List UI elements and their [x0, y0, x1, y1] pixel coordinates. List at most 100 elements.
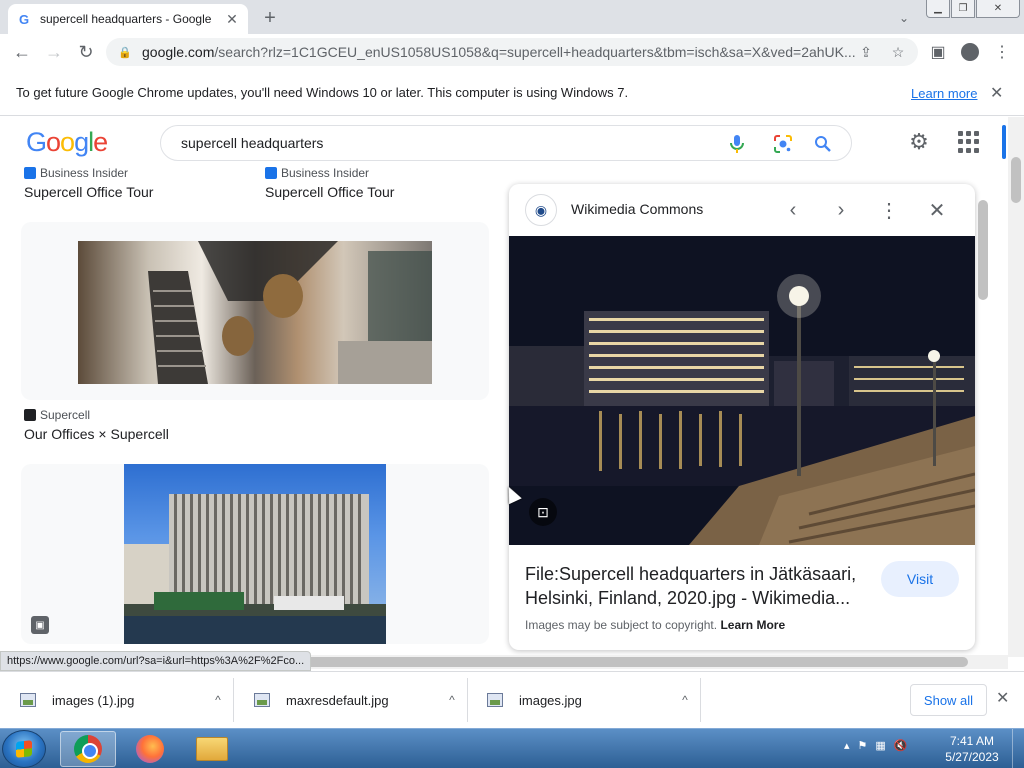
lens-search-icon[interactable]: ⊡ [529, 498, 557, 526]
tray-expand-icon[interactable]: ▴ [844, 739, 850, 752]
show-desktop-button[interactable] [1012, 729, 1024, 768]
close-download-shelf-icon[interactable]: ✕ [996, 688, 1009, 708]
taskbar-firefox-app[interactable] [122, 731, 178, 767]
chevron-up-icon[interactable]: ^ [670, 693, 700, 707]
new-tab-button[interactable]: + [258, 6, 282, 30]
office-interior-thumbnail[interactable] [78, 241, 432, 384]
google-favicon-icon: G [18, 11, 30, 27]
preview-title-link[interactable]: File:Supercell headquarters in Jätkäsaar… [525, 562, 865, 610]
settings-gear-icon[interactable]: ⚙ [906, 129, 932, 155]
business-insider-favicon-icon [265, 167, 277, 179]
network-icon[interactable]: ▦ [875, 739, 885, 752]
bookmark-star-icon[interactable]: ☆ [888, 42, 908, 62]
browser-toolbar: ← → ↻ 🔒 google.com/search?rlz=1C1GCEU_en… [0, 34, 1024, 70]
window-close-button[interactable]: ✕ [976, 0, 1020, 18]
preview-image[interactable]: ⊡ [509, 236, 975, 545]
previous-image-icon[interactable]: ‹ [779, 196, 807, 224]
result-title[interactable]: Supercell Office Tour [265, 184, 394, 200]
microphone-icon[interactable] [727, 134, 747, 154]
infobar-learn-more-link[interactable]: Learn more [911, 86, 977, 101]
google-logo[interactable]: Google [26, 127, 108, 158]
image-file-icon [487, 693, 503, 707]
image-preview-panel: ◉ Wikimedia Commons ‹ › ⋮ ✕ ⊡ File:Super… [509, 184, 975, 650]
panel-scrollbar[interactable] [975, 184, 991, 650]
profile-avatar[interactable] [954, 36, 986, 68]
google-header: Google supercell headquarters ⚙ [0, 117, 1008, 165]
close-panel-icon[interactable]: ✕ [923, 196, 951, 224]
clock-time: 7:41 AM [949, 734, 995, 748]
google-lens-icon[interactable] [773, 134, 793, 154]
show-all-downloads-button[interactable]: Show all [910, 684, 987, 716]
wikimedia-commons-logo-icon[interactable]: ◉ [525, 194, 557, 226]
tab-title: supercell headquarters - Google [40, 12, 212, 26]
status-bar-url: https://www.google.com/url?sa=i&url=http… [0, 651, 312, 671]
taskbar-clock[interactable]: 7:41 AM 5/27/2023 [940, 733, 1004, 765]
forward-button[interactable]: → [38, 36, 70, 68]
taskbar-explorer-app[interactable] [184, 731, 240, 767]
download-item[interactable]: maxresdefault.jpg ^ [236, 678, 468, 722]
volume-muted-icon[interactable]: 🔇 [894, 739, 908, 752]
image-file-icon [20, 693, 36, 707]
tab-search-chevron-icon[interactable]: ⌄ [894, 8, 914, 28]
result-source: Business Insider [281, 166, 370, 180]
business-insider-favicon-icon [24, 167, 36, 179]
google-apps-icon[interactable] [958, 131, 980, 153]
chevron-up-icon[interactable]: ^ [437, 693, 467, 707]
result-item[interactable]: Supercell Our Offices × Supercell [24, 408, 169, 442]
back-button[interactable]: ← [6, 36, 38, 68]
building-thumbnail[interactable] [124, 464, 386, 644]
download-filename: maxresdefault.jpg [286, 692, 389, 708]
share-icon[interactable]: ⇪ [856, 42, 876, 62]
start-button[interactable] [2, 730, 46, 768]
image-badge-icon: ▣ [31, 616, 49, 634]
tab-strip: G supercell headquarters - Google ✕ + ⌄ … [0, 0, 1024, 34]
result-source: Business Insider [40, 166, 129, 180]
image-result-card[interactable]: ▣ [21, 464, 489, 644]
reload-button[interactable]: ↻ [70, 36, 102, 68]
url-text: google.com/search?rlz=1C1GCEU_enUS1058US… [142, 44, 856, 60]
taskbar-chrome-app[interactable] [60, 731, 116, 767]
tab-close-icon[interactable]: ✕ [224, 11, 240, 27]
download-shelf: images (1).jpg ^ maxresdefault.jpg ^ ima… [0, 671, 1024, 728]
download-item[interactable]: images.jpg ^ [469, 678, 701, 722]
sign-in-button-edge[interactable] [1002, 125, 1006, 159]
update-infobar: To get future Google Chrome updates, you… [0, 70, 1024, 116]
address-bar[interactable]: 🔒 google.com/search?rlz=1C1GCEU_enUS1058… [106, 38, 918, 66]
page-vertical-scrollbar[interactable] [1008, 117, 1024, 657]
result-item[interactable]: Business Insider Supercell Office Tour [24, 166, 153, 200]
lock-icon[interactable]: 🔒 [118, 46, 132, 59]
window-restore-button[interactable]: ❐ [951, 0, 975, 18]
side-panel-icon[interactable]: ▣ [922, 36, 954, 68]
chevron-up-icon[interactable]: ^ [203, 693, 233, 707]
image-file-icon [254, 693, 270, 707]
result-title[interactable]: Our Offices × Supercell [24, 426, 169, 442]
result-title[interactable]: Supercell Office Tour [24, 184, 153, 200]
panel-site-name[interactable]: Wikimedia Commons [571, 201, 703, 217]
infobar-message: To get future Google Chrome updates, you… [16, 85, 629, 100]
result-item[interactable]: Business Insider Supercell Office Tour [265, 166, 394, 200]
download-item[interactable]: images (1).jpg ^ [2, 678, 234, 722]
copyright-learn-more-link[interactable]: Learn More [720, 618, 785, 632]
window-minimize-button[interactable]: ▁ [926, 0, 950, 18]
system-tray: ▴ ⚑ ▦ 🔇 [844, 739, 908, 752]
folder-icon [196, 737, 228, 761]
search-query-input[interactable]: supercell headquarters [181, 135, 851, 151]
result-source: Supercell [40, 408, 91, 422]
supercell-favicon-icon [24, 409, 36, 421]
windows-taskbar: ▴ ⚑ ▦ 🔇 7:41 AM 5/27/2023 [0, 728, 1024, 768]
tab-google-search[interactable]: G supercell headquarters - Google ✕ [8, 4, 248, 34]
search-box[interactable]: supercell headquarters [160, 125, 852, 161]
next-image-icon[interactable]: › [827, 196, 855, 224]
infobar-close-icon[interactable]: ✕ [990, 83, 1003, 103]
chrome-icon [74, 735, 102, 763]
image-result-card[interactable] [21, 222, 489, 400]
search-icon[interactable] [813, 134, 833, 154]
download-filename: images (1).jpg [52, 692, 135, 708]
copyright-notice: Images may be subject to copyright. Lear… [525, 618, 786, 632]
action-center-icon[interactable]: ⚑ [858, 739, 868, 752]
firefox-icon [136, 735, 164, 763]
visit-button[interactable]: Visit [881, 561, 959, 597]
download-filename: images.jpg [519, 692, 582, 708]
more-options-icon[interactable]: ⋮ [875, 196, 903, 224]
chrome-menu-icon[interactable]: ⋮ [986, 36, 1018, 68]
